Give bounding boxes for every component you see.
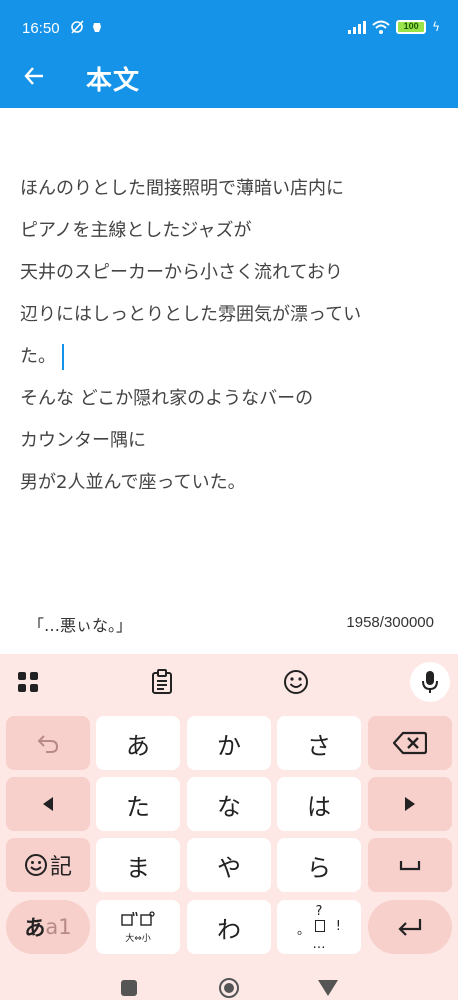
navigation-bar xyxy=(0,966,458,1000)
key-wa[interactable]: わ xyxy=(187,900,271,954)
arrow-left-icon xyxy=(24,67,43,85)
enter-key[interactable] xyxy=(368,900,452,954)
text-cursor xyxy=(62,344,64,370)
suggestion-candidate[interactable]: 「…悪ぃな。」 xyxy=(28,612,132,636)
character-counter: 1958/300000 xyxy=(346,614,434,631)
emoji-symbol-key[interactable]: 記 xyxy=(6,838,90,892)
text-editor[interactable]: ほんのりとした間接照明で薄暗い店内に ピアノを主線としたジャズが 天井のスピーカ… xyxy=(20,168,440,504)
cursor-right-key[interactable] xyxy=(368,777,452,831)
editor-line: た。 xyxy=(20,346,56,367)
app-bar: 本文 xyxy=(0,44,458,108)
punctuation-key[interactable]: ? 。 ! … xyxy=(277,900,361,954)
editor-line-with-cursor: た。 xyxy=(20,336,440,378)
status-bar: 16:50 100 ϟ xyxy=(0,0,458,44)
mode-alpha-label: a1 xyxy=(45,915,72,939)
undo-icon xyxy=(37,735,59,753)
wifi-icon xyxy=(372,20,390,34)
key-ka[interactable]: か xyxy=(187,716,271,770)
home-button[interactable] xyxy=(219,978,239,998)
charging-icon: ϟ xyxy=(432,20,440,34)
triangle-right-icon xyxy=(405,797,415,811)
key-ya[interactable]: や xyxy=(187,838,271,892)
notification-icons xyxy=(70,20,110,38)
status-time: 16:50 xyxy=(22,20,60,37)
backspace-icon xyxy=(393,731,427,755)
dakuten-label: 大⇔小 xyxy=(125,933,151,944)
key-ta[interactable]: た xyxy=(96,777,180,831)
editor-line: ほんのりとした間接照明で薄暗い店内に xyxy=(20,178,344,199)
punct-top: ? xyxy=(315,904,323,919)
dakuten-icon xyxy=(121,910,155,926)
editor-line: 男が2人並んで座っていた。 xyxy=(20,472,246,493)
system-icons: 100 ϟ xyxy=(348,20,440,34)
input-mode-key[interactable]: あ a1 xyxy=(6,900,90,954)
key-ma[interactable]: ま xyxy=(96,838,180,892)
clipboard-icon[interactable] xyxy=(146,666,178,698)
editor-line: そんな どこか隠れ家のようなバーの xyxy=(20,388,314,409)
mute-alarm-icon xyxy=(71,20,101,34)
page-title: 本文 xyxy=(86,66,141,96)
emoji-icon[interactable] xyxy=(280,666,312,698)
punct-box-icon xyxy=(315,920,325,932)
editor-line: ピアノを主線としたジャズが xyxy=(20,220,252,241)
apps-grid-icon[interactable] xyxy=(12,666,44,698)
punct-bottom: … xyxy=(312,937,326,952)
back-button[interactable] xyxy=(16,58,52,94)
backspace-key[interactable] xyxy=(368,716,452,770)
key-ra[interactable]: ら xyxy=(277,838,361,892)
mode-kana-label: あ xyxy=(24,916,46,940)
editor-line: カウンター隅に xyxy=(20,430,146,451)
key-na[interactable]: な xyxy=(187,777,271,831)
back-nav-button[interactable] xyxy=(318,980,338,996)
battery-level: 100 xyxy=(403,21,419,31)
recents-button[interactable] xyxy=(121,980,137,996)
voice-input-button[interactable] xyxy=(410,662,450,702)
editor-line: 天井のスピーカーから小さく流れており xyxy=(20,262,343,283)
space-icon xyxy=(399,861,421,871)
keyboard-toolbar xyxy=(0,654,458,710)
key-ha[interactable]: は xyxy=(277,777,361,831)
microphone-icon xyxy=(422,671,438,693)
editor-line: 辺りにはしっとりとした雰囲気が漂ってい xyxy=(20,304,362,325)
triangle-left-icon xyxy=(43,797,53,811)
punct-right: ! xyxy=(335,919,341,934)
key-a[interactable]: あ xyxy=(96,716,180,770)
cursor-left-key[interactable] xyxy=(6,777,90,831)
punct-left: 。 xyxy=(297,923,311,938)
kigo-label: 記 xyxy=(49,855,72,880)
smiley-icon xyxy=(24,854,47,876)
keyboard: あ か さ た な は 記 ま や ら あ a1 大⇔小 わ ? 。 ! … xyxy=(0,654,458,966)
space-key[interactable] xyxy=(368,838,452,892)
battery-icon: 100 xyxy=(396,20,427,34)
undo-key[interactable] xyxy=(6,716,90,770)
key-sa[interactable]: さ xyxy=(277,716,361,770)
signal-icon xyxy=(348,20,367,34)
dakuten-key[interactable]: 大⇔小 xyxy=(96,900,180,954)
enter-icon xyxy=(398,919,422,936)
